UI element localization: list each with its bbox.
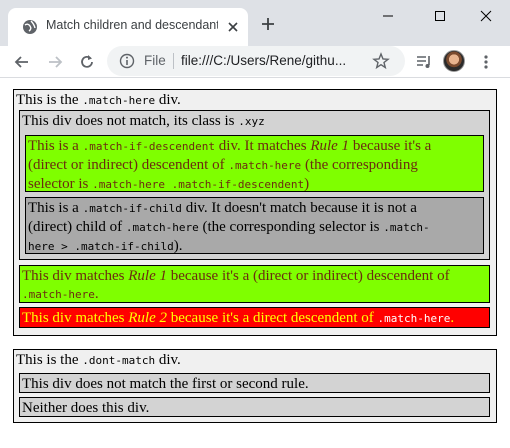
reload-icon[interactable] — [78, 53, 96, 71]
menu-dots-icon[interactable] — [482, 53, 490, 71]
globe-icon — [23, 20, 37, 34]
tab-title: Match children and descendants — [46, 18, 218, 32]
rule1-match-div: This div matches Rule 1 because it's a (… — [19, 265, 490, 303]
info-icon[interactable] — [119, 53, 135, 69]
dont-match-intro: This is the .dont-match div. — [16, 352, 181, 368]
child-line-1: This is a .match-if-child div. It doesn'… — [28, 200, 417, 216]
minimize-icon[interactable] — [378, 8, 398, 24]
match-if-child-div: This is a .match-if-child div. It doesn'… — [25, 197, 484, 254]
rule1-line-2: .match-here. — [22, 286, 99, 302]
media-queue-icon[interactable] — [415, 53, 433, 71]
dont-match-item-1-text: This div does not match the first or sec… — [22, 376, 309, 392]
match-here-intro: This is the .match-here div. — [16, 92, 181, 108]
bookmark-star-icon[interactable] — [372, 52, 390, 70]
descendent-line-1: This is a .match-if-descendent div. It m… — [28, 138, 432, 154]
url-text[interactable]: file:///C:/Users/Rene/githu... — [181, 53, 361, 68]
match-if-descendent-div: This is a .match-if-descendent div. It m… — [25, 135, 484, 192]
page-content: This is the .match-here div. This div do… — [0, 79, 510, 448]
forward-arrow-icon[interactable] — [46, 53, 64, 71]
rule2-line: This div matches Rule 2 because it's a d… — [22, 310, 455, 326]
xyz-text: This div does not match, its class is .x… — [22, 113, 265, 129]
descendent-line-2: (direct or indirect) descendent of .matc… — [28, 157, 418, 173]
close-window-icon[interactable] — [476, 8, 496, 24]
new-tab-icon[interactable] — [261, 17, 275, 31]
browser-tab[interactable]: Match children and descendants — [8, 8, 248, 46]
rule2-match-div: This div matches Rule 2 because it's a d… — [19, 307, 490, 328]
dont-match-item-2-text: Neither does this div. — [22, 400, 150, 416]
url-scheme-label: File — [144, 53, 166, 68]
descendent-line-3: selector is .match-here .match-if-descen… — [28, 176, 310, 192]
browser-toolbar: File file:///C:/Users/Rene/githu... — [0, 46, 510, 78]
tab-strip: Match children and descendants — [0, 0, 510, 46]
rule1-line-1: This div matches Rule 1 because it's a (… — [22, 268, 450, 284]
back-arrow-icon[interactable] — [13, 53, 31, 71]
address-bar[interactable]: File file:///C:/Users/Rene/githu... — [107, 46, 405, 76]
dont-match-item-2: Neither does this div. — [19, 397, 490, 417]
dont-match-item-1: This div does not match the first or sec… — [19, 373, 490, 393]
child-line-2: (direct) child of .match-here (the corre… — [28, 219, 430, 235]
omnibox-divider — [173, 53, 174, 69]
close-tab-icon[interactable] — [226, 20, 240, 34]
maximize-icon[interactable] — [430, 8, 450, 24]
child-line-3: here > .match-if-child). — [28, 238, 183, 254]
profile-avatar[interactable] — [443, 50, 465, 72]
